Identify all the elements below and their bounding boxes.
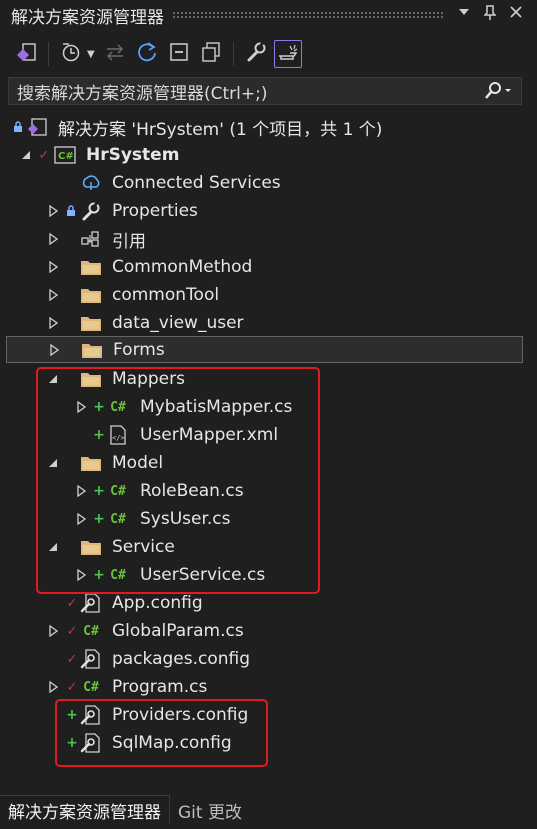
pending-changes-filter-button[interactable] bbox=[57, 40, 85, 68]
drag-grip[interactable] bbox=[172, 10, 443, 20]
collapsed-arrow-icon[interactable] bbox=[47, 260, 59, 274]
tree-item-label: CommonMethod bbox=[112, 257, 253, 277]
config-file-icon bbox=[80, 649, 102, 669]
tree-item-file[interactable]: ✓ C# Program.cs bbox=[0, 673, 537, 701]
search-input[interactable]: 搜索解决方案资源管理器(Ctrl+;) bbox=[9, 79, 473, 104]
toolbar-separator bbox=[48, 42, 49, 66]
properties-button[interactable] bbox=[242, 40, 270, 68]
collapsed-arrow-icon[interactable] bbox=[48, 343, 60, 357]
tree-item-label: Properties bbox=[112, 201, 198, 221]
tree-item-label: data_view_user bbox=[112, 313, 244, 333]
tree-item-folder[interactable]: commonTool bbox=[0, 281, 537, 309]
tree-item-references[interactable]: 引用 bbox=[0, 225, 537, 253]
tree-item-label: commonTool bbox=[112, 285, 220, 305]
sync-arrows-icon bbox=[104, 41, 126, 68]
tree-item-label: 引用 bbox=[112, 231, 146, 252]
lock-icon bbox=[65, 204, 77, 218]
refresh-button[interactable] bbox=[133, 40, 161, 68]
tree-item-label: Connected Services bbox=[112, 173, 281, 193]
bottom-tab-strip: 解决方案资源管理器 Git 更改 bbox=[0, 794, 537, 824]
chevron-down-icon[interactable]: ▼ bbox=[87, 49, 95, 60]
tree-item-label: Program.cs bbox=[112, 677, 208, 697]
collapsed-arrow-icon[interactable] bbox=[47, 232, 59, 246]
tree-item-properties[interactable]: Properties bbox=[0, 197, 537, 225]
svg-text:C#: C# bbox=[58, 151, 74, 162]
tab-git-changes[interactable]: Git 更改 bbox=[170, 796, 250, 824]
connected-services-icon bbox=[80, 173, 102, 193]
search-box[interactable]: 搜索解决方案资源管理器(Ctrl+;) bbox=[8, 77, 522, 105]
project-label: HrSystem bbox=[86, 145, 180, 165]
collapsed-arrow-icon[interactable] bbox=[47, 680, 59, 694]
checked-in-icon: ✓ bbox=[66, 651, 78, 667]
highlight-box-configs bbox=[55, 699, 268, 767]
csharp-file-icon: C# bbox=[83, 679, 99, 695]
panel-titlebar: 解决方案资源管理器 bbox=[0, 0, 537, 30]
solution-label: 解决方案 'HrSystem' (1 个项目，共 1 个) bbox=[58, 119, 383, 140]
tree-item-solution[interactable]: 解决方案 'HrSystem' (1 个项目，共 1 个) bbox=[0, 113, 537, 141]
collapsed-arrow-icon[interactable] bbox=[47, 624, 59, 638]
preview-selected-icon bbox=[277, 41, 299, 68]
tree-item-file[interactable]: ✓ C# GlobalParam.cs bbox=[0, 617, 537, 645]
solution-explorer-toolbar: ▼ bbox=[0, 34, 537, 74]
lock-icon bbox=[12, 120, 24, 134]
tab-solution-explorer[interactable]: 解决方案资源管理器 bbox=[0, 795, 170, 824]
vs-switch-view-icon bbox=[15, 41, 37, 68]
wrench-icon bbox=[80, 201, 102, 221]
tree-item-connected-services[interactable]: Connected Services bbox=[0, 169, 537, 197]
folder-icon bbox=[80, 285, 102, 305]
config-file-icon bbox=[80, 593, 102, 613]
collapsed-arrow-icon[interactable] bbox=[47, 316, 59, 330]
folder-icon bbox=[80, 313, 102, 333]
tree-item-folder-selected[interactable]: Forms bbox=[6, 336, 523, 363]
checked-in-icon: ✓ bbox=[38, 147, 50, 163]
tree-item-file[interactable]: ✓ packages.config bbox=[0, 645, 537, 673]
history-clock-icon bbox=[60, 41, 82, 68]
show-all-files-button[interactable] bbox=[197, 40, 225, 68]
csharp-project-icon: C# bbox=[54, 145, 76, 165]
pin-icon[interactable] bbox=[479, 5, 501, 25]
checked-in-icon: ✓ bbox=[66, 595, 78, 611]
folder-icon bbox=[80, 257, 102, 277]
highlight-box-folders bbox=[36, 367, 320, 594]
expanded-arrow-icon[interactable] bbox=[20, 148, 32, 162]
tree-item-project[interactable]: ✓ C# HrSystem bbox=[0, 141, 537, 169]
collapsed-arrow-icon[interactable] bbox=[47, 204, 59, 218]
csharp-file-icon: C# bbox=[83, 623, 99, 639]
toolbar-separator bbox=[232, 42, 234, 66]
switch-views-button[interactable] bbox=[12, 40, 40, 68]
solution-icon bbox=[26, 117, 48, 137]
refresh-icon bbox=[136, 41, 158, 68]
panel-title: 解决方案资源管理器 bbox=[11, 7, 164, 28]
collapsed-arrow-icon[interactable] bbox=[47, 288, 59, 302]
tree-item-label: GlobalParam.cs bbox=[112, 621, 244, 641]
close-icon[interactable] bbox=[505, 5, 527, 25]
tree-item-folder[interactable]: data_view_user bbox=[0, 309, 537, 337]
sync-with-active-doc-button[interactable] bbox=[101, 40, 129, 68]
collapse-all-button[interactable] bbox=[165, 40, 193, 68]
folder-icon bbox=[81, 340, 103, 360]
references-icon bbox=[80, 229, 102, 249]
chevron-down-icon[interactable] bbox=[453, 5, 475, 25]
tree-item-folder[interactable]: CommonMethod bbox=[0, 253, 537, 281]
checked-in-icon: ✓ bbox=[66, 623, 78, 639]
tree-item-label: App.config bbox=[112, 593, 203, 613]
collapse-all-icon bbox=[168, 41, 190, 68]
checked-in-icon: ✓ bbox=[66, 679, 78, 695]
preview-selected-items-button[interactable] bbox=[273, 40, 302, 68]
show-all-files-icon bbox=[200, 41, 222, 68]
properties-wrench-icon bbox=[245, 40, 267, 68]
tree-item-label: packages.config bbox=[112, 649, 251, 669]
tree-item-label: Forms bbox=[113, 339, 165, 360]
search-icon[interactable] bbox=[473, 81, 521, 101]
